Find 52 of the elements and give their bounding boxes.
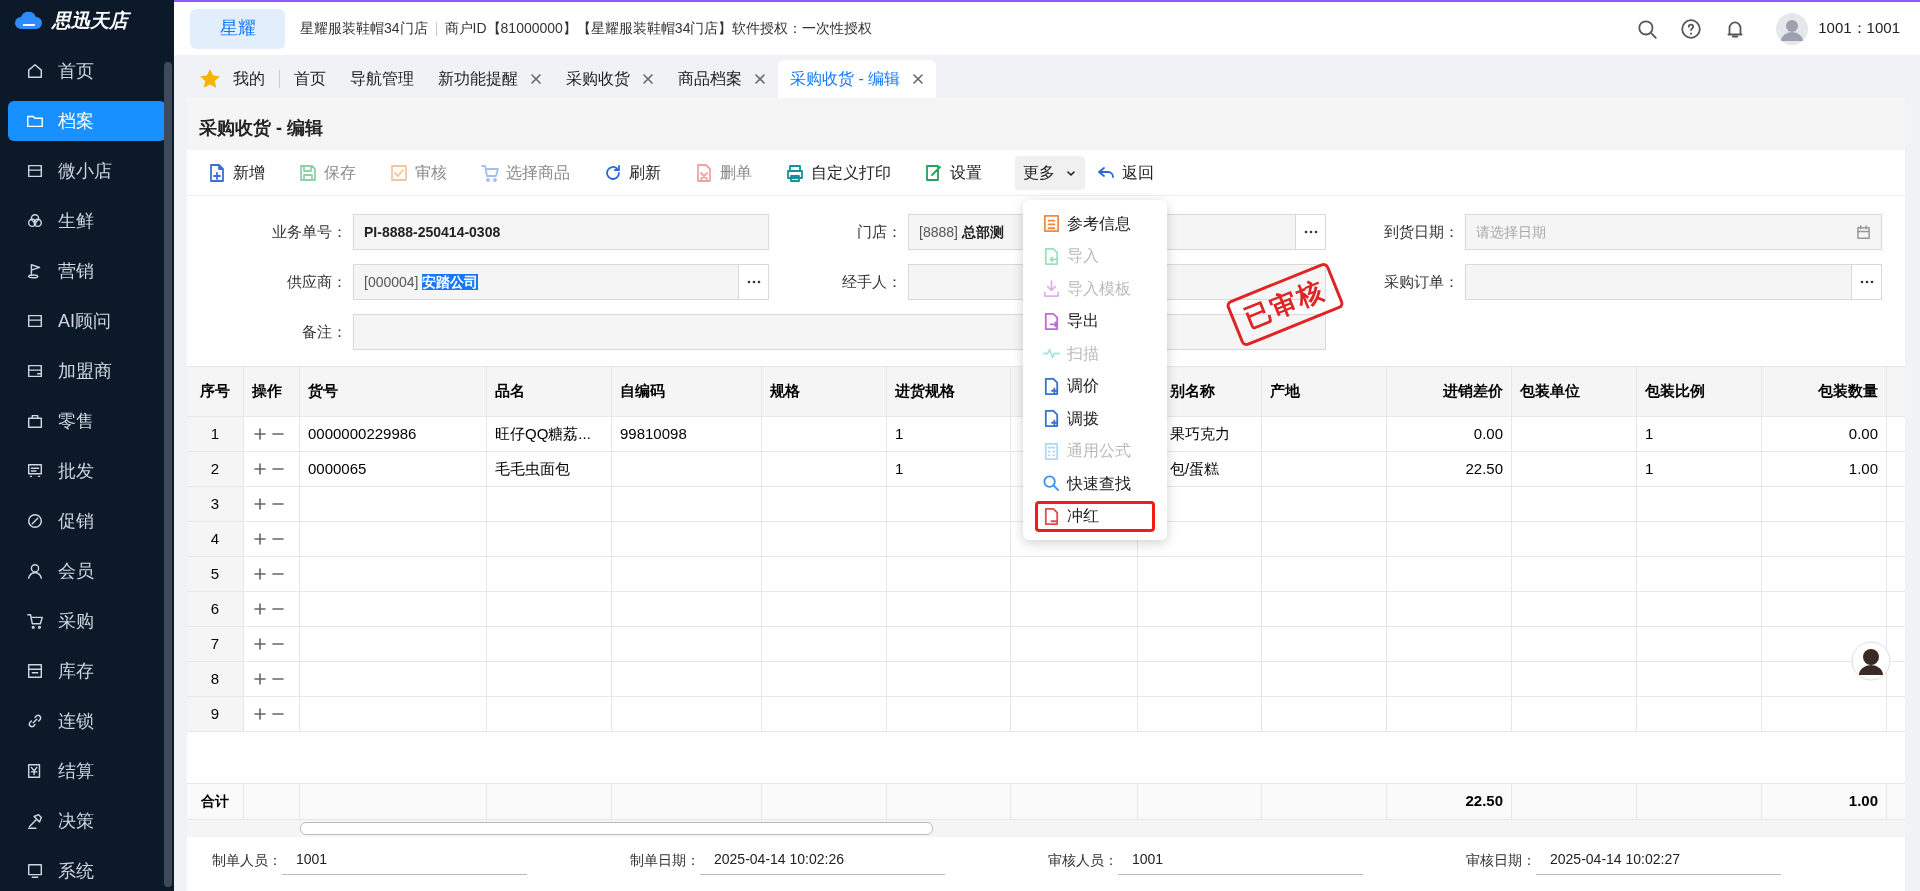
row-number: 1: [210, 423, 220, 444]
table-cell-text: 1: [895, 458, 904, 479]
input-field: 2025-04-14 10:02:27: [1536, 845, 1781, 875]
page-title: 采购收货 - 编辑: [199, 117, 323, 140]
total-cell-text: 1.00: [1848, 791, 1878, 812]
table-cell-text: 0.00: [1473, 423, 1503, 444]
table-cell-text: 1: [1645, 458, 1654, 479]
field-label: 门店：: [857, 221, 902, 242]
tab-label: 新功能提醒: [438, 69, 518, 89]
tab-label: 采购收货 - 编辑: [790, 69, 901, 89]
row-number: 3: [210, 493, 220, 514]
row-number: 9: [210, 703, 220, 724]
row-number: 8: [210, 668, 220, 689]
table-cell-text: 22.50: [1465, 458, 1503, 479]
field-label: 经手人：: [842, 271, 902, 292]
table-cell-text: 包/蛋糕: [1170, 458, 1220, 479]
row-number: 2: [210, 458, 220, 479]
table-cell-text: 1.00: [1848, 458, 1878, 479]
footer-label: 制单日期：: [629, 850, 700, 870]
tab-label: 导航管理: [350, 69, 414, 89]
footer-label: 制单人员：: [211, 850, 282, 870]
table-cell-text: 0000065: [308, 458, 367, 479]
tab-label: 我的: [233, 69, 265, 89]
field-label: 备注：: [302, 321, 347, 342]
total-label: 合计: [201, 792, 229, 811]
table-cell-text: 0.00: [1848, 423, 1878, 444]
field-label: 到货日期：: [1384, 221, 1459, 242]
merchant-info: 商户ID【81000000】【星耀服装鞋帽34门店】软件授权：一次性授权: [444, 19, 873, 38]
total-cell-text: 22.50: [1465, 791, 1503, 812]
table-cell-text: 毛毛虫面包: [495, 458, 570, 479]
table-cell-text: 1: [895, 423, 904, 444]
table-cell-text: 99810098: [620, 423, 687, 444]
tab-label: 商品档案: [678, 69, 742, 89]
input-field: 1001: [1118, 845, 1363, 875]
row-number: 6: [210, 598, 220, 619]
input-field: 2025-04-14 10:02:26: [700, 845, 945, 875]
table-cell-text: 1: [1645, 423, 1654, 444]
input-field: 1001: [282, 845, 527, 875]
footer-label: 审核日期：: [1465, 850, 1536, 870]
field-label: 业务单号：: [272, 221, 347, 242]
tab-label: 采购收货: [566, 69, 630, 89]
footer-label: 审核人员：: [1047, 850, 1118, 870]
row-number: 7: [210, 633, 220, 654]
table-cell-text: 0000000229986: [308, 423, 417, 444]
tab-label: 首页: [294, 69, 326, 89]
row-number: 5: [210, 563, 220, 584]
table-cell-text: 旺仔QQ糖荔...: [495, 423, 591, 444]
field-label: 供应商：: [287, 271, 347, 292]
field-label: 采购订单：: [1384, 271, 1459, 292]
table-cell-text: 果巧克力: [1170, 423, 1230, 444]
store-name: 星耀服装鞋帽34门店: [300, 19, 428, 38]
row-number: 4: [210, 528, 220, 549]
